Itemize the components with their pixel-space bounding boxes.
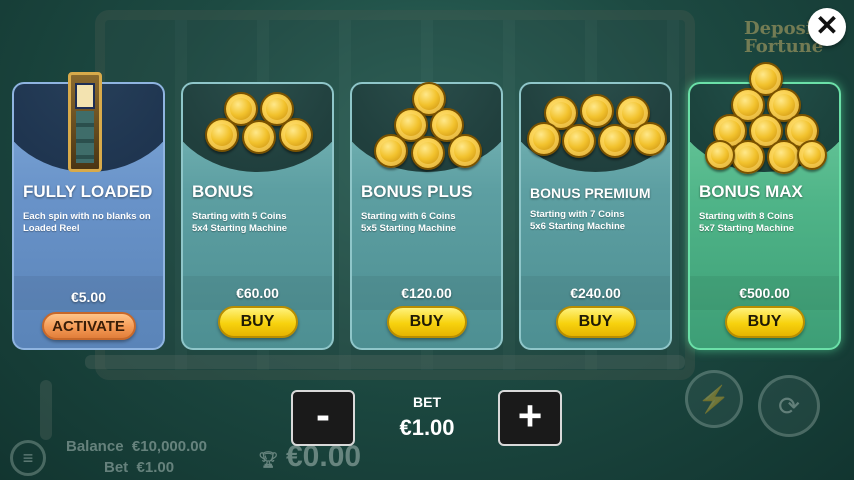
card-description-line: Starting with 7 Coins: [530, 209, 625, 220]
trophy-icon: 🏆︎: [258, 452, 279, 469]
card-title: FULLY LOADED: [23, 182, 153, 201]
balance-label: Balance: [66, 438, 124, 455]
card-description: Each spin with no blanks on Loaded Reel: [23, 211, 161, 235]
balance-value: €10,000.00: [131, 438, 207, 455]
card-title: BONUS MAX: [699, 182, 803, 201]
buy-button[interactable]: BUY: [217, 306, 298, 338]
card-price: €500.00: [739, 285, 790, 301]
card-price: €60.00: [236, 285, 279, 301]
card-description-line: Starting with 5 Coins: [192, 211, 287, 222]
coin-stack-icon: [183, 84, 332, 174]
bet-increase-button[interactable]: +: [498, 390, 562, 446]
background-pipe: [85, 355, 685, 369]
card-description-line: 5x7 Starting Machine: [699, 223, 795, 234]
card-description-line: 5x4 Starting Machine: [192, 223, 288, 234]
card-description: Starting with 7 Coins 5x6 Starting Machi…: [530, 209, 668, 233]
card-description: Starting with 5 Coins 5x4 Starting Machi…: [192, 211, 330, 235]
coin-icon: [580, 94, 614, 128]
activate-button[interactable]: ACTIVATE: [41, 312, 136, 340]
card-description-line: Starting with 8 Coins: [699, 211, 794, 222]
card-fully-loaded: FULLY LOADED Each spin with no blanks on…: [12, 72, 165, 350]
coin-stack-icon: [352, 82, 501, 174]
card-title: BONUS PREMIUM: [530, 185, 651, 201]
bet-info-label: Bet: [104, 459, 129, 476]
card-bonus-plus: BONUS PLUS Starting with 6 Coins 5x5 Sta…: [350, 82, 503, 350]
coin-icon: [527, 122, 561, 156]
close-button[interactable]: ✕: [808, 8, 846, 46]
card-bonus-max: BONUS MAX Starting with 8 Coins 5x7 Star…: [688, 62, 841, 350]
card-price: €5.00: [70, 289, 107, 305]
loaded-reel-icon: [68, 72, 102, 172]
card-description: Starting with 8 Coins 5x7 Starting Machi…: [699, 211, 837, 235]
card-description-line: Starting with 6 Coins: [361, 211, 456, 222]
close-icon: ✕: [815, 10, 839, 41]
coin-icon: [205, 118, 239, 152]
card-description: Starting with 6 Coins 5x5 Starting Machi…: [361, 211, 499, 235]
card-description-text: Each spin with no blanks on Loaded Reel: [23, 211, 151, 234]
card-title: BONUS PLUS: [361, 182, 473, 201]
coin-icon: [705, 140, 735, 170]
lightning-icon: ⚡: [685, 370, 743, 428]
coin-icon: [242, 120, 276, 154]
coin-icon: [633, 122, 667, 156]
coin-stack-icon: [521, 84, 670, 174]
card-price: €120.00: [401, 285, 452, 301]
coin-icon: [797, 140, 827, 170]
bet-label: BET: [413, 394, 441, 410]
menu-icon: ≡: [10, 440, 46, 476]
coin-icon: [767, 140, 801, 174]
balance-info: Balance €10,000.00 Bet €1.00: [66, 436, 207, 478]
bet-decrease-button[interactable]: -: [291, 390, 355, 446]
plus-icon: +: [517, 392, 543, 439]
coin-icon: [731, 140, 765, 174]
autoplay-icon: ⟳: [758, 375, 820, 437]
buy-button[interactable]: BUY: [724, 306, 805, 338]
card-bonus: BONUS Starting with 5 Coins 5x4 Starting…: [181, 82, 334, 350]
bet-info-value: €1.00: [136, 459, 175, 476]
buy-button[interactable]: BUY: [555, 306, 636, 338]
coin-icon: [374, 134, 408, 168]
card-description-line: 5x5 Starting Machine: [361, 223, 457, 234]
background-pipe: [40, 380, 52, 440]
card-price: €240.00: [570, 285, 621, 301]
card-description-line: 5x6 Starting Machine: [530, 221, 626, 232]
coin-icon: [448, 134, 482, 168]
buy-button[interactable]: BUY: [386, 306, 467, 338]
coin-icon: [279, 118, 313, 152]
minus-icon: -: [316, 391, 330, 438]
coin-stack-icon: [690, 62, 839, 174]
card-bonus-premium: BONUS PREMIUM Starting with 7 Coins 5x6 …: [519, 82, 672, 350]
coin-icon: [562, 124, 596, 158]
coin-icon: [411, 136, 445, 170]
bet-value: €1.00: [399, 415, 455, 440]
coin-icon: [598, 124, 632, 158]
card-title: BONUS: [192, 182, 254, 201]
